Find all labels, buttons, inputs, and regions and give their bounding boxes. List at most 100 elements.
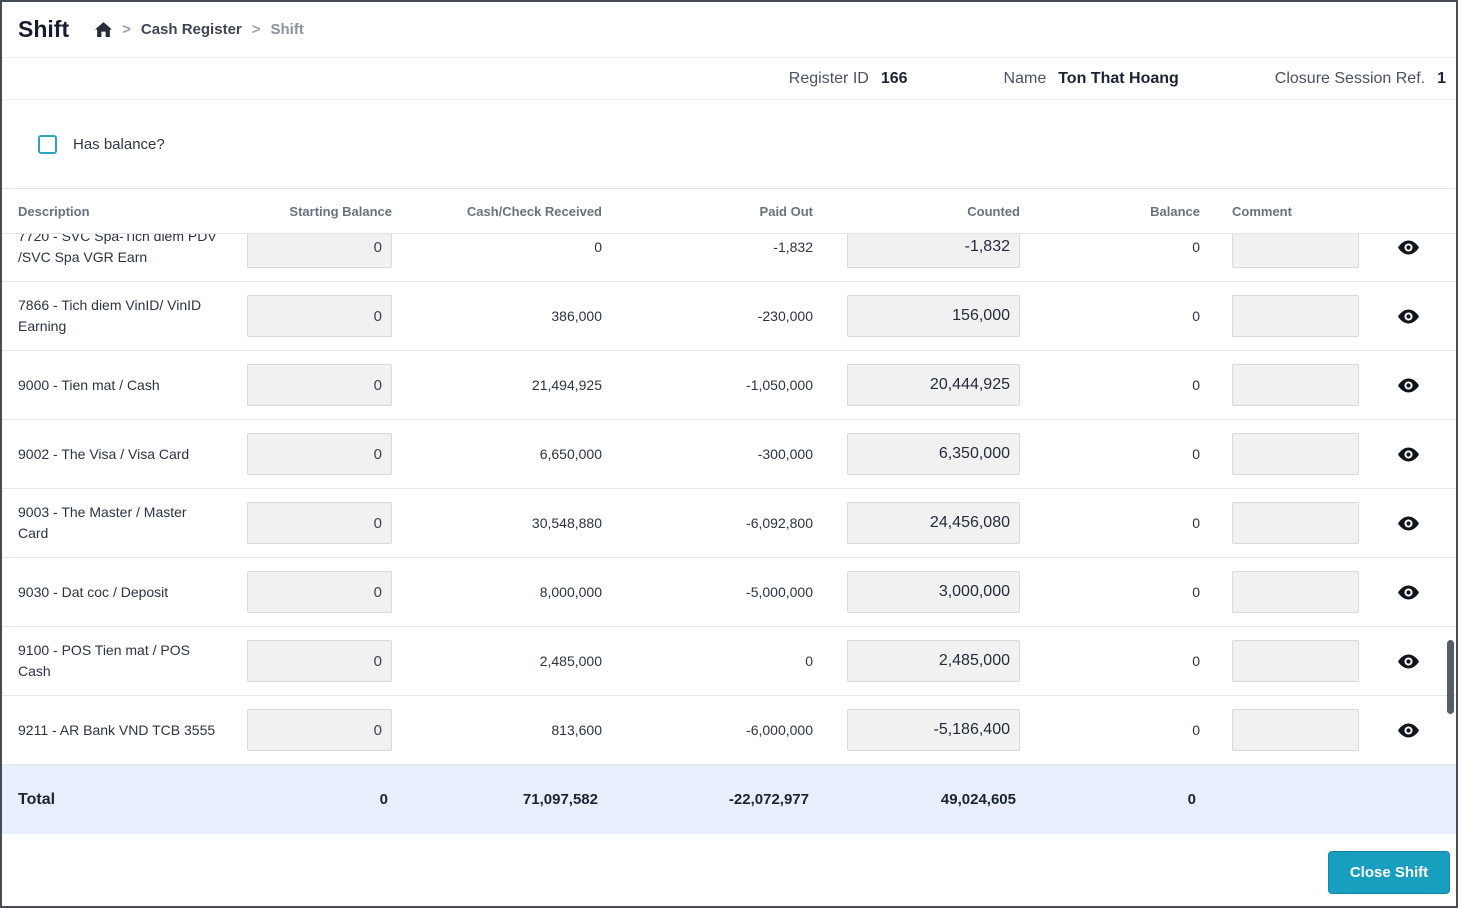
counted-cell — [813, 640, 1020, 682]
table-row: 7866 - Tich diem VinID/ VinID Earning 38… — [2, 282, 1456, 351]
view-details-button[interactable] — [1394, 236, 1423, 259]
starting-balance-input[interactable] — [247, 433, 392, 475]
counted-input[interactable] — [847, 364, 1020, 406]
starting-balance-input[interactable] — [247, 364, 392, 406]
controls-row: Has balance? — [2, 100, 1456, 188]
row-description: 9100 - POS Tien mat / POS Cash — [18, 642, 190, 679]
counted-input[interactable] — [847, 640, 1020, 682]
breadcrumb-cash-register[interactable]: Cash Register — [141, 21, 242, 38]
breadcrumb-separator-icon: > — [251, 21, 261, 38]
starting-balance-input[interactable] — [247, 234, 392, 268]
balance-value: 0 — [1192, 446, 1200, 462]
received-value: 386,000 — [551, 308, 602, 324]
counted-input[interactable] — [847, 234, 1020, 268]
closure-session-pair: Closure Session Ref. 1 — [1275, 70, 1446, 88]
counted-input[interactable] — [847, 571, 1020, 613]
paid-out-value: 0 — [805, 653, 813, 669]
view-details-button[interactable] — [1394, 374, 1423, 397]
comment-input[interactable] — [1232, 433, 1359, 475]
view-details-button[interactable] — [1394, 305, 1423, 328]
eye-icon — [1397, 723, 1419, 737]
row-description: 9030 - Dat coc / Deposit — [18, 583, 169, 600]
starting-balance-cell — [232, 571, 392, 613]
paid-out-value: -1,050,000 — [746, 377, 813, 393]
has-balance-label: Has balance? — [73, 135, 165, 153]
actions-cell — [1376, 443, 1440, 466]
header-description: Description — [18, 203, 90, 219]
starting-balance-input[interactable] — [247, 502, 392, 544]
view-details-button[interactable] — [1394, 512, 1423, 535]
starting-balance-input[interactable] — [247, 709, 392, 751]
has-balance-checkbox[interactable] — [38, 134, 57, 154]
comment-cell — [1200, 640, 1376, 682]
comment-input[interactable] — [1232, 571, 1359, 613]
table-header-row: Description Starting Balance Cash/Check … — [2, 188, 1456, 234]
comment-input[interactable] — [1232, 364, 1359, 406]
table-row: 7720 - SVC Spa-Tich diem PDV /SVC Spa VG… — [2, 234, 1456, 282]
received-value: 30,548,880 — [531, 515, 602, 531]
received-value: 8,000,000 — [539, 584, 602, 600]
close-shift-button[interactable]: Close Shift — [1328, 850, 1450, 894]
comment-input[interactable] — [1232, 709, 1359, 751]
paid-out-value: -5,000,000 — [746, 584, 813, 600]
paid-out-value: -300,000 — [757, 446, 813, 462]
received-value: 6,650,000 — [539, 446, 602, 462]
view-details-button[interactable] — [1394, 719, 1423, 742]
row-description: 9000 - Tien mat / Cash — [18, 376, 160, 393]
starting-balance-input[interactable] — [247, 571, 392, 613]
counted-cell — [813, 571, 1020, 613]
eye-icon — [1397, 240, 1419, 254]
home-icon[interactable] — [95, 22, 113, 37]
starting-balance-cell — [232, 295, 392, 337]
vertical-scrollbar-thumb[interactable] — [1447, 640, 1454, 714]
app-window: Shift > Cash Register > Shift Register I… — [0, 0, 1458, 908]
paid-out-value: -6,092,800 — [746, 515, 813, 531]
eye-icon — [1397, 309, 1419, 323]
starting-balance-cell — [232, 709, 392, 751]
closure-session-value: 1 — [1437, 69, 1446, 87]
received-value: 0 — [594, 239, 602, 255]
comment-input[interactable] — [1232, 640, 1359, 682]
balance-value: 0 — [1192, 515, 1200, 531]
register-id-label: Register ID — [788, 69, 869, 87]
actions-cell — [1376, 650, 1440, 673]
row-description: 9003 - The Master / Master Card — [18, 504, 187, 541]
row-description: 7866 - Tich diem VinID/ VinID Earning — [18, 297, 202, 334]
view-details-button[interactable] — [1394, 443, 1423, 466]
register-info-row: Register ID 166 Name Ton That Hoang Clos… — [2, 58, 1456, 100]
actions-cell — [1376, 374, 1440, 397]
actions-cell — [1376, 305, 1440, 328]
counted-input[interactable] — [847, 295, 1020, 337]
starting-balance-input[interactable] — [247, 295, 392, 337]
actions-cell — [1376, 236, 1440, 259]
counted-cell — [813, 295, 1020, 337]
shift-table: Description Starting Balance Cash/Check … — [2, 188, 1456, 834]
comment-cell — [1200, 295, 1376, 337]
comment-input[interactable] — [1232, 502, 1359, 544]
row-description: 7720 - SVC Spa-Tich diem PDV /SVC Spa VG… — [18, 234, 217, 265]
breadcrumb-separator-icon: > — [122, 21, 131, 38]
starting-balance-input[interactable] — [247, 640, 392, 682]
counted-cell — [813, 364, 1020, 406]
balance-value: 0 — [1192, 584, 1200, 600]
name-pair: Name Ton That Hoang — [1004, 70, 1179, 88]
counted-input[interactable] — [847, 433, 1020, 475]
balance-value: 0 — [1192, 653, 1200, 669]
view-details-button[interactable] — [1394, 581, 1423, 604]
table-row: 9030 - Dat coc / Deposit 8,000,000 -5,00… — [2, 558, 1456, 627]
counted-input[interactable] — [847, 502, 1020, 544]
comment-input[interactable] — [1232, 234, 1359, 268]
view-details-button[interactable] — [1394, 650, 1423, 673]
balance-value: 0 — [1192, 239, 1200, 255]
counted-input[interactable] — [847, 709, 1020, 751]
table-row: 9002 - The Visa / Visa Card 6,650,000 -3… — [2, 420, 1456, 489]
breadcrumb-current: Shift — [270, 21, 304, 38]
starting-balance-cell — [232, 640, 392, 682]
table-row: 9100 - POS Tien mat / POS Cash 2,485,000… — [2, 627, 1456, 696]
header-balance: Balance — [1150, 203, 1200, 219]
eye-icon — [1397, 378, 1419, 392]
total-label: Total — [18, 790, 56, 808]
total-starting-balance: 0 — [379, 791, 388, 808]
comment-input[interactable] — [1232, 295, 1359, 337]
row-description: 9002 - The Visa / Visa Card — [18, 445, 190, 462]
